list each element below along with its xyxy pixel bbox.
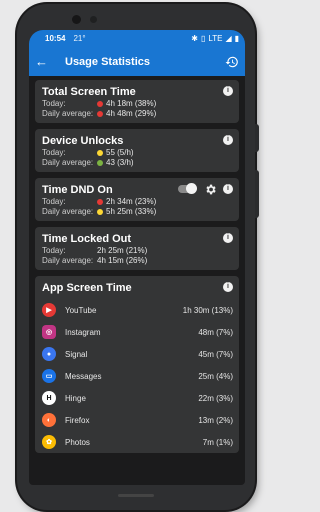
status-dot: [97, 111, 103, 117]
card-title: Total Screen Time: [42, 86, 136, 98]
app-name: Signal: [65, 349, 88, 359]
dnd-toggle[interactable]: [178, 183, 197, 194]
daily-label: Daily average:: [42, 256, 94, 265]
daily-row: Daily average: 4h 15m (26%): [42, 256, 233, 266]
status-icons: ✱ ▯ LTE ◢ ▮: [191, 34, 239, 43]
daily-value: 4h 15m (26%): [97, 256, 148, 265]
status-dot: [97, 101, 103, 107]
today-value: 4h 18m (38%): [106, 99, 157, 108]
card-time-dnd-on[interactable]: Time DND On i Today: 2h 34m (23%) Daily …: [35, 178, 239, 221]
app-time: 13m (2%): [198, 415, 233, 425]
status-dot: [97, 160, 103, 166]
list-item[interactable]: ◎ Instagram 48m (7%): [42, 321, 233, 343]
card-total-screen-time[interactable]: Total Screen Time i Today: 4h 18m (38%) …: [35, 80, 239, 123]
card-title: Device Unlocks: [42, 135, 124, 147]
signal-icon: ◢: [225, 34, 232, 43]
app-time: 45m (7%): [198, 349, 233, 359]
card-device-unlocks[interactable]: Device Unlocks i Today: 55 (5/h) Daily a…: [35, 129, 239, 172]
page-title: Usage Statistics: [65, 55, 150, 68]
today-label: Today:: [42, 148, 66, 157]
app-time: 1h 30m (13%): [182, 305, 233, 315]
today-label: Today:: [42, 246, 66, 255]
battery-icon: ▮: [234, 34, 239, 43]
info-icon[interactable]: i: [223, 86, 233, 96]
app-time: 22m (3%): [198, 393, 233, 403]
firefox-icon: ◐: [42, 413, 56, 427]
status-dot: [97, 209, 103, 215]
today-value: 55 (5/h): [106, 148, 134, 157]
today-row: Today: 4h 18m (38%): [42, 99, 233, 109]
list-item[interactable]: ▶ YouTube 1h 30m (13%): [42, 299, 233, 321]
app-name: YouTube: [65, 305, 97, 315]
card-app-screen-time: App Screen Time i ▶ YouTube 1h 30m (13%)…: [35, 276, 239, 453]
daily-label: Daily average:: [42, 158, 94, 167]
today-label: Today:: [42, 197, 66, 206]
app-time: 48m (7%): [198, 327, 233, 337]
app-name: Firefox: [65, 415, 90, 425]
list-item[interactable]: H Hinge 22m (3%): [42, 387, 233, 409]
info-icon[interactable]: i: [223, 233, 233, 243]
today-value: 2h 34m (23%): [106, 197, 157, 206]
today-row: Today: 55 (5/h): [42, 148, 233, 158]
sensor: [90, 16, 97, 23]
info-icon[interactable]: i: [223, 135, 233, 145]
card-title: Time Locked Out: [42, 233, 132, 245]
card-time-locked-out[interactable]: Time Locked Out i Today: 2h 25m (21%) Da…: [35, 227, 239, 270]
messages-icon: ▭: [42, 369, 56, 383]
gear-icon[interactable]: [204, 183, 217, 196]
app-name: Hinge: [65, 393, 86, 403]
list-item[interactable]: ● Signal 45m (7%): [42, 343, 233, 365]
app-bar: ← Usage Statistics: [29, 47, 245, 76]
info-icon[interactable]: i: [223, 282, 233, 292]
status-time: 10:54: [45, 34, 66, 43]
camera-lens: [72, 15, 81, 24]
volume-button: [255, 124, 259, 152]
power-button: [255, 170, 259, 218]
today-row: Today: 2h 25m (21%): [42, 246, 233, 256]
daily-label: Daily average:: [42, 207, 94, 216]
phone-chin: [118, 494, 154, 497]
daily-row: Daily average: 4h 48m (29%): [42, 109, 233, 119]
app-name: Photos: [65, 437, 90, 447]
vibrate-icon: ▯: [200, 34, 206, 43]
app-time: 7m (1%): [202, 437, 233, 447]
list-item[interactable]: ▭ Messages 25m (4%): [42, 365, 233, 387]
daily-row: Daily average: 5h 25m (33%): [42, 207, 233, 217]
info-icon[interactable]: i: [223, 184, 233, 194]
daily-value: 43 (3/h): [106, 158, 134, 167]
history-icon[interactable]: [225, 55, 239, 69]
instagram-icon: ◎: [42, 325, 56, 339]
screen: 10:54 21° ✱ ▯ LTE ◢ ▮ ← Usage Statistics…: [29, 30, 245, 485]
today-value: 2h 25m (21%): [97, 246, 148, 255]
daily-row: Daily average: 43 (3/h): [42, 158, 233, 168]
arrow-left-icon[interactable]: ←: [35, 54, 55, 69]
youtube-icon: ▶: [42, 303, 56, 317]
daily-value: 4h 48m (29%): [106, 109, 157, 118]
content: Total Screen Time i Today: 4h 18m (38%) …: [29, 76, 245, 453]
card-title: App Screen Time: [42, 282, 132, 294]
app-name: Instagram: [65, 327, 101, 337]
bluetooth-icon: ✱: [191, 34, 198, 43]
today-label: Today:: [42, 99, 66, 108]
app-name: Messages: [65, 371, 102, 381]
hinge-icon: H: [42, 391, 56, 405]
daily-value: 5h 25m (33%): [106, 207, 157, 216]
status-bar: 10:54 21° ✱ ▯ LTE ◢ ▮: [29, 30, 245, 47]
app-time: 25m (4%): [198, 371, 233, 381]
photos-icon: ✿: [42, 435, 56, 449]
today-row: Today: 2h 34m (23%): [42, 197, 233, 207]
signal-icon: ●: [42, 347, 56, 361]
status-temperature: 21°: [73, 34, 86, 43]
list-item[interactable]: ✿ Photos 7m (1%): [42, 431, 233, 453]
network-type: LTE: [208, 34, 223, 43]
status-dot: [97, 150, 103, 156]
daily-label: Daily average:: [42, 109, 94, 118]
list-item[interactable]: ◐ Firefox 13m (2%): [42, 409, 233, 431]
status-dot: [97, 199, 103, 205]
